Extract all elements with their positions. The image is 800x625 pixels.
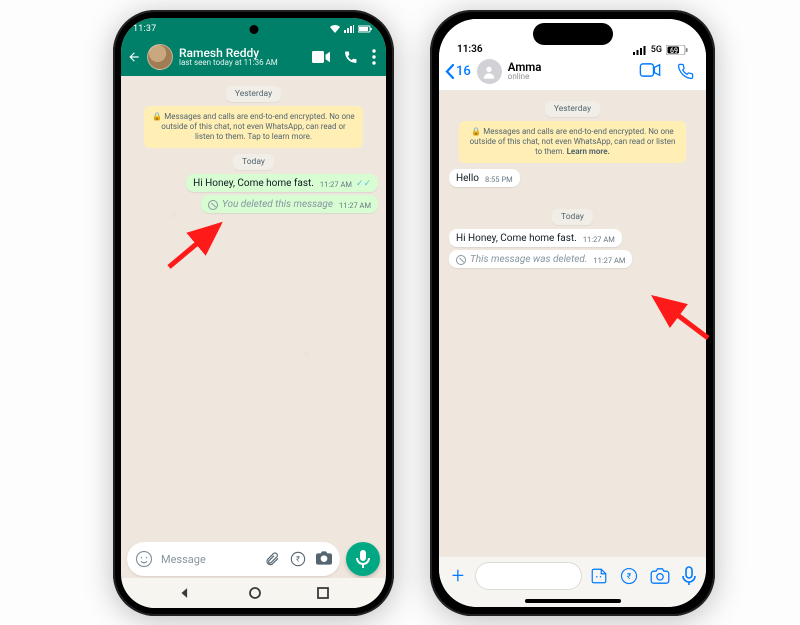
read-ticks-icon: ✓✓ (356, 179, 371, 189)
signal-icon (633, 46, 647, 55)
android-nav-bar (121, 578, 386, 608)
message-time: 8:55 PM (485, 175, 513, 184)
contact-status: online (508, 73, 542, 81)
message-text: Hello (456, 173, 479, 184)
back-button[interactable] (127, 50, 141, 64)
contact-avatar[interactable] (147, 44, 173, 70)
message-time: 11:27 AM (320, 180, 352, 189)
deleted-message-row: You deleted this message 11:27 AM (129, 195, 378, 213)
network-label: 5G (651, 45, 662, 55)
deleted-message-row: This message was deleted. 11:27 AM (449, 250, 696, 268)
date-chip-today: Today (233, 154, 274, 170)
date-chip-today: Today (552, 209, 593, 225)
iphone-screen: 11:36 5G 69 16 Amma online (439, 19, 706, 607)
prohibited-icon (208, 200, 218, 210)
camera-icon[interactable] (650, 568, 670, 584)
contact-avatar[interactable] (477, 59, 502, 84)
message-placeholder: Message (161, 553, 206, 566)
learn-more-link[interactable]: Learn more. (567, 147, 610, 156)
deleted-message-text: You deleted this message (222, 199, 333, 210)
android-phone-frame: 11:37 Ramesh Reddy last seen today at 11… (113, 10, 394, 616)
message-input[interactable]: Message ₹ (127, 542, 340, 576)
emoji-icon[interactable] (135, 550, 153, 568)
voice-call-icon[interactable] (677, 63, 694, 80)
outgoing-message-row: Hi Honey, Come home fast. 11:27 AM ✓✓ (129, 174, 378, 192)
wifi-icon (330, 25, 340, 33)
date-chip-yesterday: Yesterday (545, 101, 600, 117)
message-bubble[interactable]: Hello 8:55 PM (449, 169, 520, 187)
deleted-message-bubble[interactable]: This message was deleted. 11:27 AM (449, 250, 632, 268)
message-text: Hi Honey, Come home fast. (193, 178, 314, 189)
nav-back-icon[interactable] (178, 586, 192, 600)
ios-chat-header: 16 Amma online (439, 57, 706, 91)
mic-button[interactable] (346, 542, 380, 576)
encryption-notice[interactable]: 🔒Messages and calls are end-to-end encry… (144, 106, 363, 148)
lock-icon: 🔒 (152, 112, 162, 121)
nav-home-icon[interactable] (249, 587, 261, 599)
mic-icon[interactable] (682, 566, 696, 586)
incoming-message-row: Hello 8:55 PM (449, 169, 696, 187)
ios-input-bar: + ₹ (439, 557, 706, 607)
statusbar-right-cluster (330, 25, 372, 33)
message-time: 11:27 AM (339, 201, 371, 210)
message-time: 11:27 AM (583, 235, 615, 244)
back-count: 16 (456, 64, 471, 79)
encryption-notice[interactable]: 🔒Messages and calls are end-to-end encry… (459, 121, 686, 163)
svg-text:₹: ₹ (627, 572, 632, 582)
menu-icon[interactable] (372, 49, 376, 65)
camera-icon[interactable] (316, 551, 332, 567)
sticker-icon[interactable] (590, 567, 608, 585)
dynamic-island (533, 23, 613, 45)
ios-chat-area[interactable]: Yesterday 🔒Messages and calls are end-to… (439, 91, 706, 557)
home-indicator[interactable] (525, 599, 621, 603)
android-input-bar: Message ₹ (127, 542, 380, 576)
date-chip-yesterday: Yesterday (226, 86, 281, 102)
signal-icon (344, 25, 354, 33)
svg-text:69: 69 (670, 47, 678, 55)
video-call-icon[interactable] (639, 63, 661, 80)
rupee-icon[interactable]: ₹ (290, 551, 306, 567)
message-time: 11:27 AM (593, 256, 625, 265)
battery-icon: 69 (666, 45, 688, 55)
chat-title-block[interactable]: Ramesh Reddy last seen today at 11:36 AM (179, 47, 306, 68)
back-button[interactable]: 16 (445, 64, 471, 79)
attach-icon[interactable] (264, 551, 280, 567)
statusbar-time: 11:37 (133, 24, 156, 34)
message-bubble[interactable]: Hi Honey, Come home fast. 11:27 AM ✓✓ (186, 174, 378, 192)
incoming-message-row: Hi Honey, Come home fast. 11:27 AM (449, 229, 696, 247)
message-bubble[interactable]: Hi Honey, Come home fast. 11:27 AM (449, 229, 622, 247)
statusbar-right-cluster: 5G 69 (633, 45, 688, 55)
message-input[interactable] (475, 562, 582, 590)
deleted-message-bubble[interactable]: You deleted this message 11:27 AM (201, 195, 378, 213)
message-text: Hi Honey, Come home fast. (456, 233, 577, 244)
contact-status: last seen today at 11:36 AM (179, 59, 306, 67)
voice-call-icon[interactable] (344, 50, 358, 64)
prohibited-icon (456, 255, 466, 265)
battery-icon (358, 25, 372, 33)
statusbar-time: 11:36 (457, 44, 483, 55)
video-call-icon[interactable] (312, 51, 330, 63)
encryption-notice-text: Messages and calls are end-to-end encryp… (161, 112, 354, 141)
android-screen: 11:37 Ramesh Reddy last seen today at 11… (121, 18, 386, 608)
add-button[interactable]: + (449, 564, 467, 589)
rupee-icon[interactable]: ₹ (620, 567, 638, 585)
android-chat-header: Ramesh Reddy last seen today at 11:36 AM (121, 40, 386, 78)
lock-icon: 🔒 (471, 127, 481, 136)
iphone-frame: 11:36 5G 69 16 Amma online (430, 10, 715, 616)
android-chat-area[interactable]: Yesterday 🔒Messages and calls are end-to… (121, 76, 386, 540)
android-camera-punchhole (249, 25, 258, 34)
deleted-message-text: This message was deleted. (470, 254, 587, 265)
chat-title-block[interactable]: Amma online (508, 62, 542, 82)
nav-recents-icon[interactable] (317, 587, 329, 599)
svg-text:₹: ₹ (296, 555, 300, 564)
